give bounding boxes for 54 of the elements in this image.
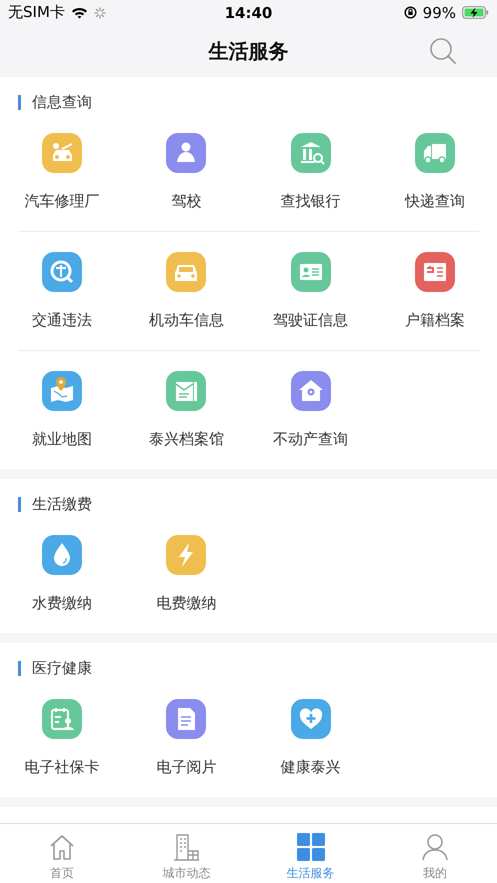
service-label[interactable]: 健康泰兴 [280,758,341,776]
id-card-icon[interactable] [290,252,331,292]
section-title: 生活缴费 [32,494,92,514]
house-icon[interactable] [290,371,331,411]
tab[interactable]: 首页 [0,824,124,883]
carrier-text: 无SIM卡 [8,3,65,22]
service-label[interactable]: 汽车修理厂 [24,192,100,210]
person-icon[interactable] [166,133,206,173]
clock-text: 14:40 [224,4,272,22]
service-label[interactable]: 户籍档案 [404,311,465,329]
rotation-lock-icon [404,6,417,19]
section-marker [18,94,21,110]
wifi-icon [70,6,88,19]
search-icon[interactable] [429,37,457,65]
loading-icon [94,6,106,18]
section-marker [18,660,21,676]
battery-percent: 99% [422,4,456,22]
document-icon[interactable] [166,699,206,739]
home-icon [48,833,76,861]
service-label[interactable]: 交通违法 [32,311,92,329]
service-label[interactable]: 查找银行 [280,192,341,210]
water-drop-icon[interactable] [42,535,82,575]
truck-icon[interactable] [414,133,455,173]
service-label[interactable]: 驾校 [171,192,202,210]
service-label[interactable]: 水费缴纳 [32,594,92,612]
car-icon[interactable] [166,252,206,292]
service-label[interactable]: 泰兴档案馆 [148,430,224,448]
heart-plus-icon[interactable] [290,699,331,739]
tab[interactable]: 我的 [372,824,497,883]
building-icon [172,833,200,861]
mechanic-car-icon[interactable] [42,133,82,173]
lightning-icon[interactable] [166,535,206,575]
service-label[interactable]: 快递查询 [404,192,465,210]
service-label[interactable]: 就业地图 [32,430,92,448]
service-label[interactable]: 不动产查询 [273,430,348,448]
tab[interactable]: 城市动态 [124,824,248,883]
grid-icon [296,833,325,861]
service-label[interactable]: 机动车信息 [148,311,224,329]
magnifier-icon[interactable] [42,252,82,292]
map-pin-icon[interactable] [42,371,82,411]
service-label[interactable]: 电费缴纳 [156,594,216,612]
battery-charging-icon [462,6,489,19]
calendar-person-icon[interactable] [42,699,82,739]
document-icon[interactable] [166,371,206,411]
section-title: 医疗健康 [32,658,92,678]
bank-icon[interactable] [290,133,331,173]
section-title: 信息查询 [32,92,92,112]
person-icon [420,833,449,861]
service-label[interactable]: 电子社保卡 [24,758,100,776]
service-label[interactable]: 驾驶证信息 [273,311,348,329]
page-title: 生活服务 [208,38,288,64]
card-icon[interactable] [414,252,455,292]
section-marker [18,496,21,512]
service-label[interactable]: 电子阅片 [156,758,216,776]
